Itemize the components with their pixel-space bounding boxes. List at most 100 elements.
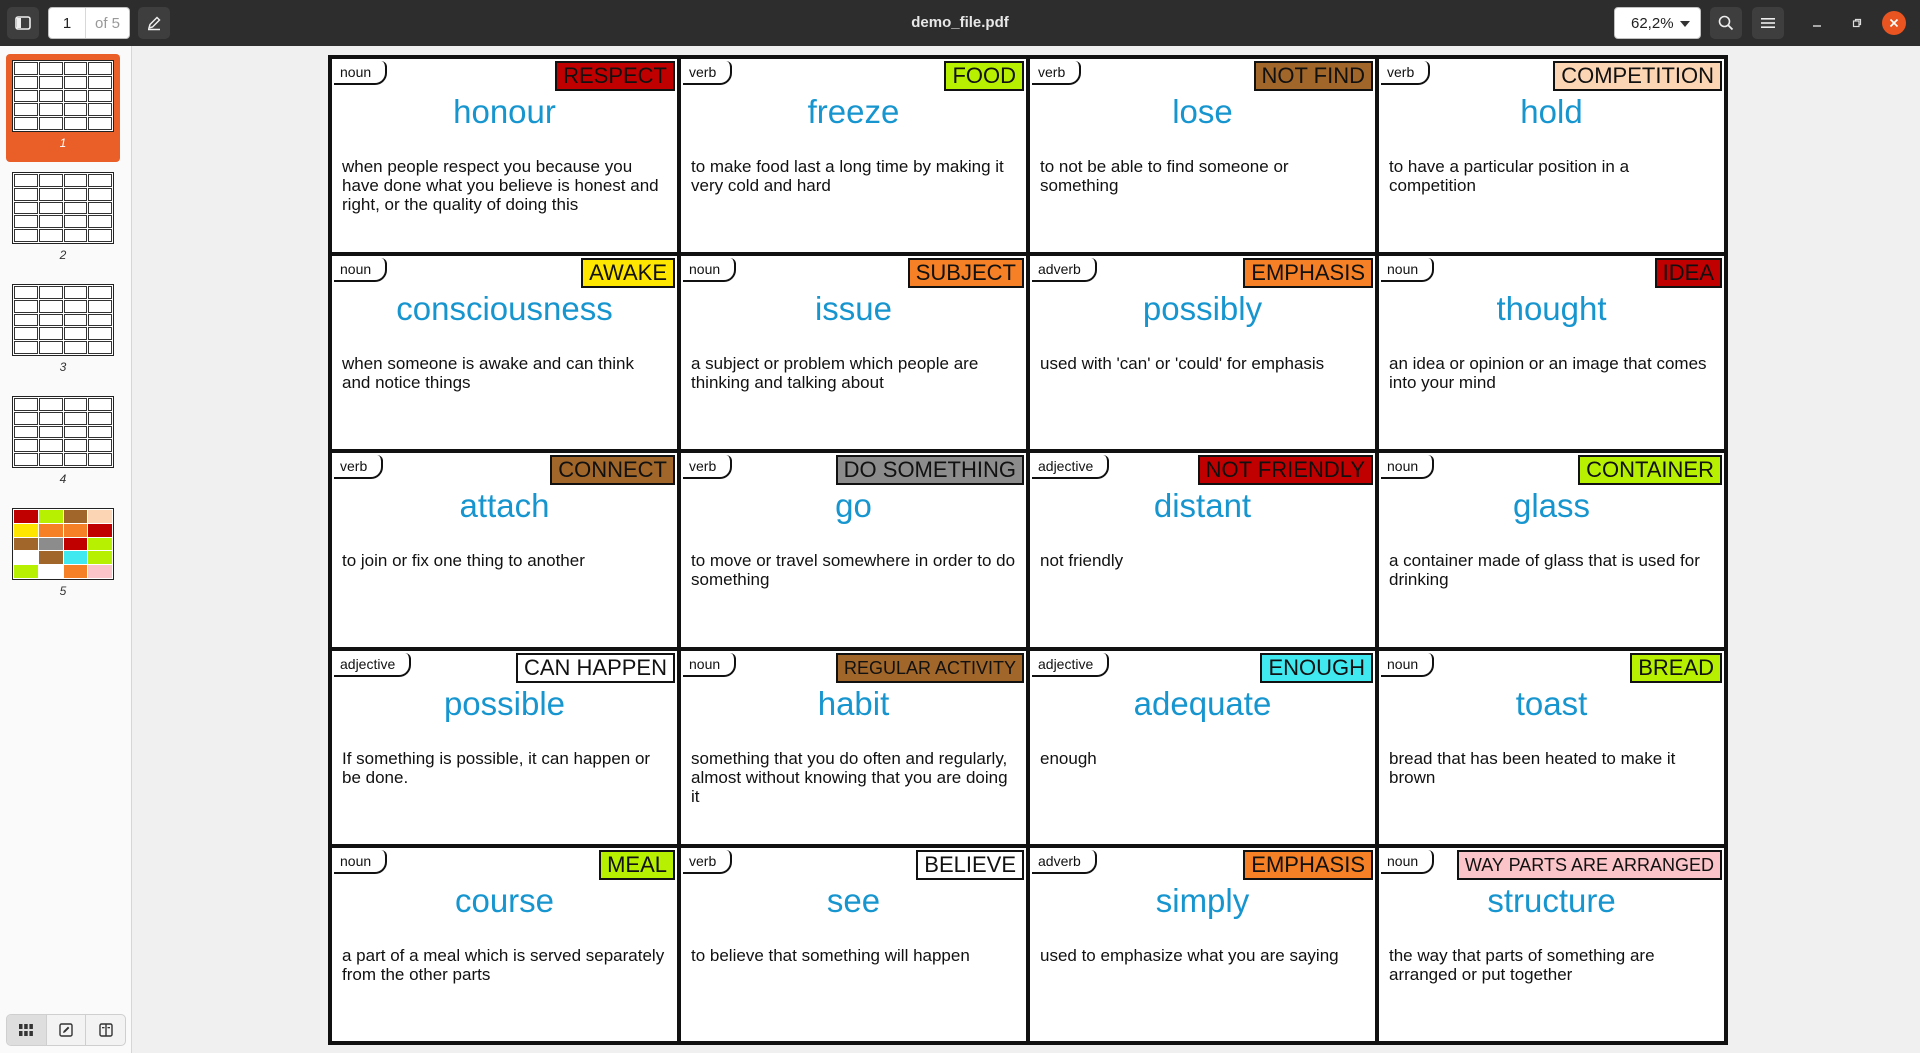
- close-button[interactable]: [1882, 11, 1906, 35]
- flashcard: adjective ENOUGH adequate enough: [1028, 648, 1377, 846]
- search-icon: [1718, 15, 1734, 31]
- definition-text: used with 'can' or 'could' for emphasis: [1040, 354, 1325, 374]
- sidebar-icon: [15, 16, 31, 30]
- vocabulary-word: see: [826, 881, 881, 919]
- thumbnail-preview: [12, 396, 114, 468]
- category-tag: REGULAR ACTIVITY: [835, 652, 1024, 683]
- page-thumbnail-3[interactable]: 3: [6, 278, 120, 386]
- part-of-speech-label: verb: [1032, 61, 1082, 85]
- menu-button[interactable]: [1752, 7, 1784, 39]
- minimize-button[interactable]: [1805, 11, 1829, 35]
- thumbnail-cell: [63, 341, 88, 354]
- thumbnail-cell: [88, 453, 112, 466]
- search-button[interactable]: [1710, 7, 1742, 39]
- thumbnail-cell: [88, 62, 112, 75]
- page-thumbnail-5[interactable]: 5: [6, 502, 120, 610]
- thumbnail-cell: [14, 174, 38, 187]
- vocabulary-word: structure: [1487, 881, 1616, 919]
- thumbnail-cell: [63, 62, 88, 75]
- thumbnail-cell: [88, 187, 112, 201]
- thumbnail-cell: [63, 117, 88, 130]
- thumbnail-label: 1: [59, 136, 67, 150]
- thumbnail-cell: [38, 229, 63, 242]
- thumbnail-cell: [88, 523, 112, 537]
- book-icon: [98, 1023, 113, 1037]
- flashcard: verb COMPETITION hold to have a particular …: [1377, 57, 1726, 255]
- page-thumbnail-4[interactable]: 4: [6, 390, 120, 498]
- vocabulary-word: simply: [1155, 881, 1250, 919]
- sidebar-toggle-button[interactable]: [7, 7, 39, 39]
- thumbnail-cell: [14, 510, 38, 523]
- thumbnail-preview: [12, 60, 114, 132]
- definition-text: when someone is awake and can think and …: [342, 354, 635, 393]
- thumbnail-cell: [63, 510, 88, 523]
- category-tag: MEAL: [599, 849, 675, 880]
- flashcard: verb DO SOMETHING go to move or travel some…: [679, 451, 1028, 649]
- category-tag: DO SOMETHING: [835, 455, 1024, 486]
- flashcard: noun WAY PARTS ARE ARRANGED structure the w…: [1377, 845, 1726, 1043]
- page-thumbnail-1[interactable]: 1: [6, 54, 120, 162]
- current-page-input[interactable]: 1: [49, 8, 86, 38]
- thumbnail-cell: [38, 201, 63, 215]
- flashcard: verb CONNECT attach to join or fix one thin…: [330, 451, 679, 649]
- vocabulary-word: thought: [1496, 290, 1607, 328]
- thumbnail-cell: [38, 551, 63, 565]
- bookmarks-view-button[interactable]: [86, 1015, 125, 1045]
- flashcard: verb FOOD freeze to make food last a long t…: [679, 57, 1028, 255]
- thumbnail-cell: [38, 537, 63, 551]
- flashcard: noun RESPECT honour when people respect you…: [330, 57, 679, 255]
- pen-icon: [147, 16, 161, 31]
- flashcard: adjective CAN HAPPEN possible If something …: [330, 648, 679, 846]
- vocabulary-word: distant: [1153, 487, 1252, 525]
- page-total-label: of 5: [94, 14, 121, 32]
- thumbnail-cell: [63, 398, 88, 411]
- part-of-speech-label: verb: [334, 455, 384, 480]
- thumbnail-cell: [38, 89, 63, 103]
- thumbnail-cell: [14, 341, 38, 354]
- maximize-button[interactable]: [1845, 11, 1869, 35]
- pdf-page: noun RESPECT honour when people respect you…: [328, 55, 1728, 1045]
- thumbnail-cell: [63, 439, 88, 453]
- thumbnail-cell: [38, 103, 63, 117]
- thumbnail-cell: [63, 75, 88, 89]
- thumbnails-view-button[interactable]: [7, 1015, 47, 1045]
- part-of-speech-label: verb: [683, 455, 733, 480]
- thumbnail-cell: [63, 286, 88, 299]
- annotations-view-button[interactable]: [47, 1015, 87, 1045]
- edit-note-icon: [59, 1023, 73, 1037]
- part-of-speech-label: adjective: [334, 652, 412, 677]
- page-thumbnail-2[interactable]: 2: [6, 166, 120, 274]
- category-tag: CONTAINER: [1578, 455, 1722, 486]
- flashcard: verb NOT FIND lose to not be able to find s…: [1028, 57, 1377, 255]
- part-of-speech-label: verb: [683, 61, 733, 85]
- part-of-speech-label: noun: [1381, 258, 1435, 283]
- thumbnail-cell: [63, 201, 88, 215]
- thumbnail-cell: [63, 551, 88, 565]
- definition-text: bread that has been heated to make it br…: [1389, 748, 1676, 787]
- zoom-selector[interactable]: 62,2%: [1614, 7, 1701, 39]
- vocabulary-word: lose: [1172, 93, 1233, 130]
- annotate-button[interactable]: [138, 7, 170, 39]
- thumbnail-cell: [14, 103, 38, 117]
- thumbnail-cell: [14, 215, 38, 229]
- thumbnail-cell: [63, 299, 88, 313]
- thumbnail-cell: [38, 411, 63, 425]
- thumbnail-cell: [14, 411, 38, 425]
- thumbnail-cell: [88, 551, 112, 565]
- category-tag: BELIEVE: [916, 849, 1024, 880]
- thumbnail-cell: [38, 341, 63, 354]
- thumbnail-cell: [38, 313, 63, 327]
- close-icon: [1889, 18, 1899, 28]
- thumbnail-cell: [14, 453, 38, 466]
- vocabulary-word: hold: [1520, 93, 1583, 130]
- vocabulary-word: consciousness: [396, 290, 613, 328]
- thumbnail-cell: [88, 398, 112, 411]
- page-number-entry[interactable]: 1 of 5: [48, 7, 130, 39]
- document-view[interactable]: noun RESPECT honour when people respect you…: [133, 46, 1920, 1053]
- category-tag: IDEA: [1654, 258, 1722, 289]
- part-of-speech-label: noun: [683, 652, 737, 677]
- thumbnail-cell: [14, 229, 38, 242]
- vocabulary-word: attach: [459, 487, 550, 525]
- thumbnail-cell: [38, 174, 63, 187]
- thumbnail-cell: [38, 62, 63, 75]
